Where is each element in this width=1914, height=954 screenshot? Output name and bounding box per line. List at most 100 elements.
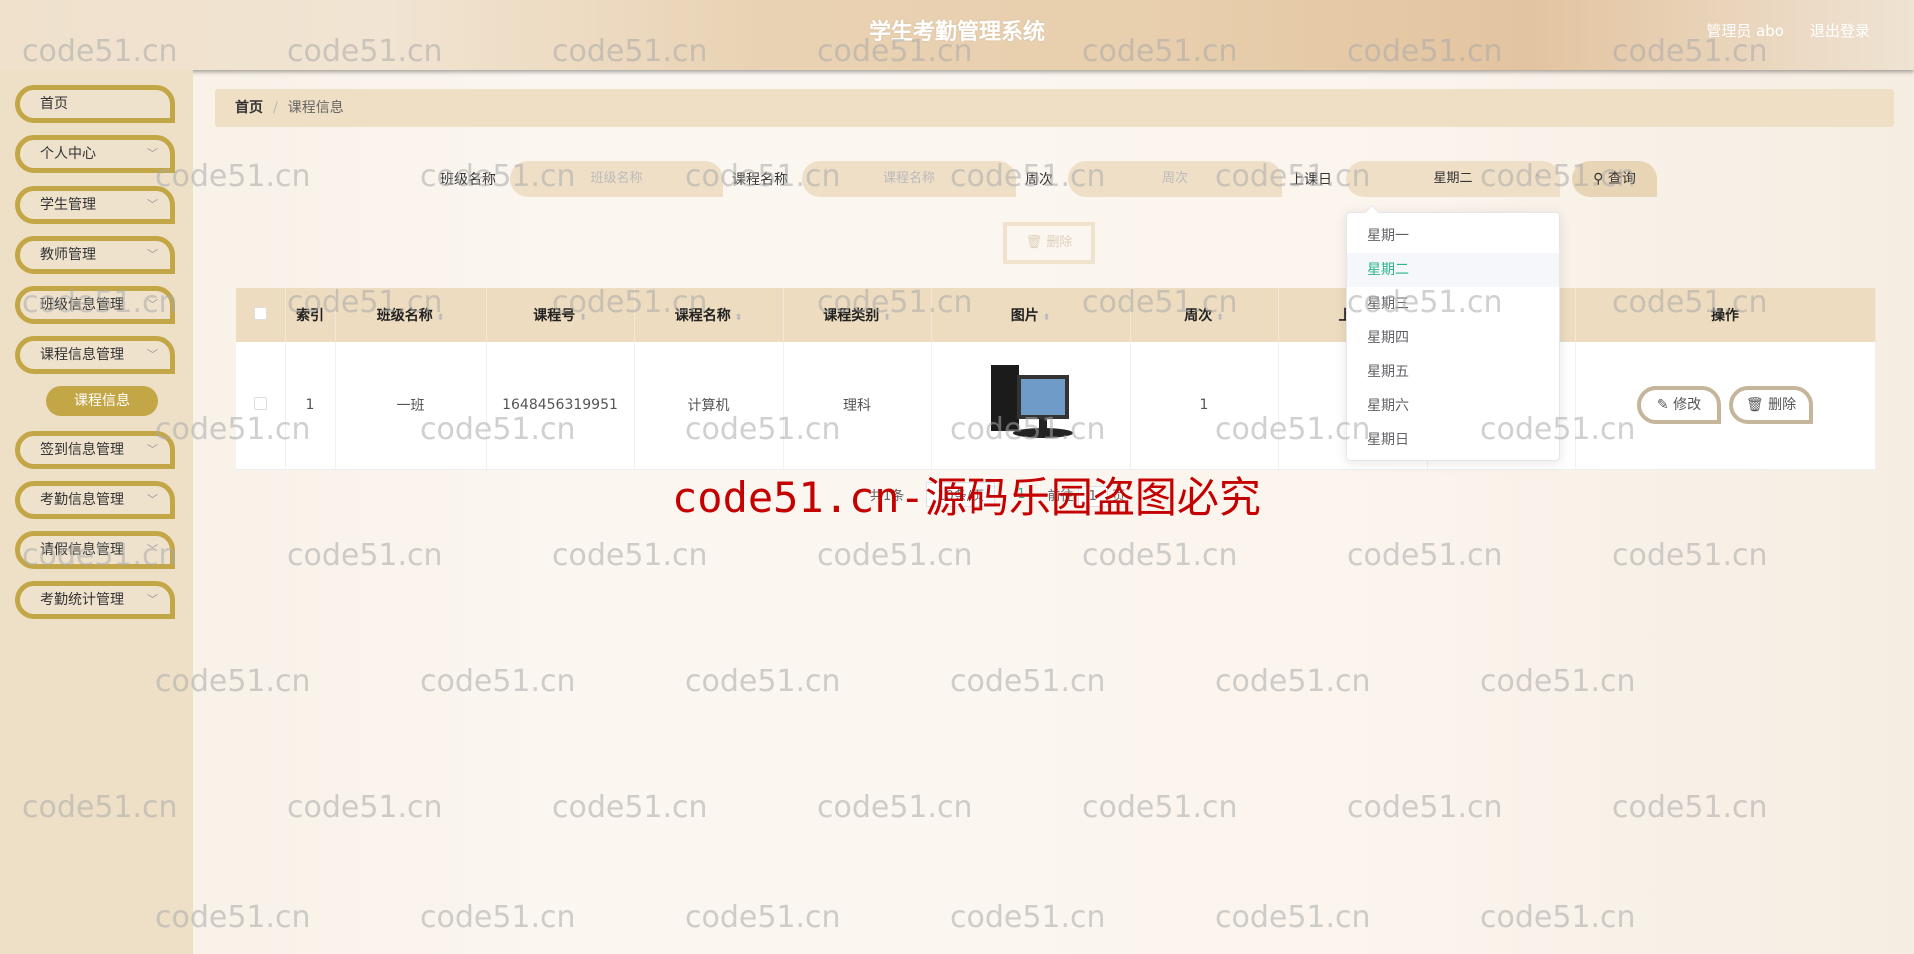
edit-icon: ✎ [1656, 397, 1669, 414]
watermark: code51.cn [287, 538, 443, 573]
course-name-input[interactable]: 课程名称 [802, 161, 1016, 197]
dropdown-option[interactable]: 星期二 [1347, 253, 1559, 287]
sidebar-item[interactable]: 考勤信息管理 ﹀ [15, 481, 175, 519]
chevron-down-icon: ﹀ [147, 348, 158, 361]
course-table: 索引 班级名称⬍ 课程号⬍ 课程名称⬍ 课程类别⬍ 图片⬍ 周次⬍ 上课 操作 … [236, 288, 1876, 470]
watermark: code51.cn [685, 900, 841, 935]
sidebar-item-label: 课程信息管理 [40, 347, 124, 363]
pagination: 共1条 10条/页 1 前往 1 页 [870, 482, 1125, 507]
sort-icon: ⬍ [734, 313, 743, 323]
dropdown-option[interactable]: 星期五 [1347, 355, 1559, 389]
sidebar-item[interactable]: 考勤统计管理 ﹀ [15, 581, 175, 619]
select-all-checkbox[interactable] [236, 288, 286, 342]
logout-link[interactable]: 退出登录 [1810, 20, 1870, 41]
sidebar-item[interactable]: 学生管理 ﹀ [15, 186, 175, 224]
dropdown-option[interactable]: 星期四 [1347, 321, 1559, 355]
watermark: code51.cn [552, 538, 708, 573]
watermark: code51.cn [1612, 538, 1768, 573]
breadcrumb-current: 课程信息 [287, 100, 344, 116]
sidebar-item[interactable]: 课程信息管理 ﹀ [15, 336, 175, 374]
watermark: code51.cn [1480, 664, 1636, 699]
page-size-select[interactable]: 10条/页 [926, 482, 996, 507]
sidebar-item-label: 个人中心 [40, 146, 96, 162]
sidebar-item-label: 教师管理 [40, 247, 96, 263]
cell-week: 1 [1130, 342, 1279, 470]
sidebar-item[interactable]: 首页 [15, 85, 175, 123]
query-button[interactable]: ⚲ 查询 [1572, 161, 1657, 197]
sidebar-item[interactable]: 请假信息管理 ﹀ [15, 531, 175, 569]
watermark: code51.cn [420, 664, 576, 699]
sidebar-item[interactable]: 班级信息管理 ﹀ [15, 286, 175, 324]
watermark: code51.cn [950, 900, 1106, 935]
cell-category: 理科 [783, 342, 932, 470]
goto-label: 前往 [1047, 489, 1074, 504]
week-input[interactable]: 周次 [1068, 161, 1282, 197]
week-label: 周次 [1025, 172, 1053, 188]
row-checkbox[interactable] [236, 342, 286, 470]
watermark: code51.cn [1612, 790, 1768, 825]
class-name-input[interactable]: 班级名称 [510, 161, 723, 197]
page-number[interactable]: 1 [1017, 487, 1025, 502]
sidebar-item-label: 班级信息管理 [40, 297, 124, 313]
table-header-row: 索引 班级名称⬍ 课程号⬍ 课程名称⬍ 课程类别⬍ 图片⬍ 周次⬍ 上课 操作 [236, 288, 1876, 342]
page-suffix: 页 [1112, 489, 1126, 504]
dropdown-option[interactable]: 星期三 [1347, 287, 1559, 321]
watermark: code51.cn [1480, 900, 1636, 935]
sidebar-item-label: 考勤统计管理 [40, 592, 124, 608]
sort-icon: ⬍ [1216, 313, 1224, 323]
sidebar-item[interactable]: 签到信息管理 ﹀ [15, 431, 175, 469]
dropdown-option[interactable]: 星期六 [1347, 389, 1559, 423]
watermark: code51.cn [287, 790, 443, 825]
chevron-down-icon: ﹀ [147, 298, 158, 311]
dropdown-option[interactable]: 星期日 [1347, 423, 1559, 457]
sidebar-item-label: 考勤信息管理 [40, 492, 124, 508]
cell-actions: ✎ 修改 🗑 删除 [1575, 342, 1876, 470]
goto-page-input[interactable]: 1 [1077, 486, 1108, 507]
sidebar-item[interactable]: 个人中心 ﹀ [15, 135, 175, 173]
delete-button[interactable]: 🗑 删除 [1729, 386, 1813, 425]
class-name-label: 班级名称 [440, 172, 496, 188]
computer-image [983, 361, 1078, 446]
watermark: code51.cn [1215, 664, 1371, 699]
col-class-name[interactable]: 班级名称 ⬍ [335, 288, 487, 342]
col-actions: 操作 [1575, 288, 1876, 342]
app-title: 学生考勤管理系统 [868, 20, 1045, 45]
sidebar-item-label: 学生管理 [40, 197, 96, 213]
day-select[interactable]: 星期二 ⌃ [1346, 161, 1560, 197]
current-user: 管理员 abo [1706, 22, 1784, 40]
app-header: 学生考勤管理系统 管理员 abo 退出登录 [0, 0, 1914, 70]
watermark: code51.cn [1082, 790, 1238, 825]
chevron-down-icon: ﹀ [147, 147, 158, 160]
chevron-down-icon: ﹀ [147, 543, 158, 556]
search-icon: ⚲ [1593, 171, 1604, 187]
pagination-total: 共1条 [870, 489, 905, 504]
sidebar-subitem-course-info[interactable]: 课程信息 [46, 386, 158, 416]
sort-icon: ⬍ [579, 313, 587, 323]
cell-image [931, 342, 1131, 470]
chevron-down-icon: ﹀ [147, 248, 158, 261]
day-label: 上课日 [1290, 172, 1332, 188]
cell-course-name: 计算机 [634, 342, 784, 470]
cell-class: 一班 [335, 342, 487, 470]
col-image[interactable]: 图片 ⬍ [931, 288, 1131, 342]
col-week[interactable]: 周次 ⬍ [1130, 288, 1279, 342]
watermark: code51.cn [1347, 790, 1503, 825]
batch-delete-button[interactable]: 🗑 删除 [1003, 222, 1095, 264]
col-course-name[interactable]: 课程名称 ⬍ [634, 288, 784, 342]
cell-index: 1 [285, 342, 336, 470]
sort-icon: ⬍ [883, 313, 891, 323]
chevron-down-icon: ﹀ [147, 593, 158, 606]
breadcrumb-home[interactable]: 首页 [235, 100, 263, 116]
sidebar-item-label: 签到信息管理 [40, 442, 124, 458]
col-course-no[interactable]: 课程号 ⬍ [486, 288, 635, 342]
col-index: 索引 [285, 288, 336, 342]
sidebar-item[interactable]: 教师管理 ﹀ [15, 236, 175, 274]
trash-icon: 🗑 [1745, 397, 1764, 414]
cell-course-no: 1648456319951 [486, 342, 635, 470]
dropdown-option[interactable]: 星期一 [1347, 219, 1559, 253]
col-category[interactable]: 课程类别 ⬍ [783, 288, 932, 342]
watermark: code51.cn [420, 900, 576, 935]
chevron-down-icon: ﹀ [147, 493, 158, 506]
sort-icon: ⬍ [436, 313, 445, 323]
edit-button[interactable]: ✎ 修改 [1637, 386, 1721, 425]
